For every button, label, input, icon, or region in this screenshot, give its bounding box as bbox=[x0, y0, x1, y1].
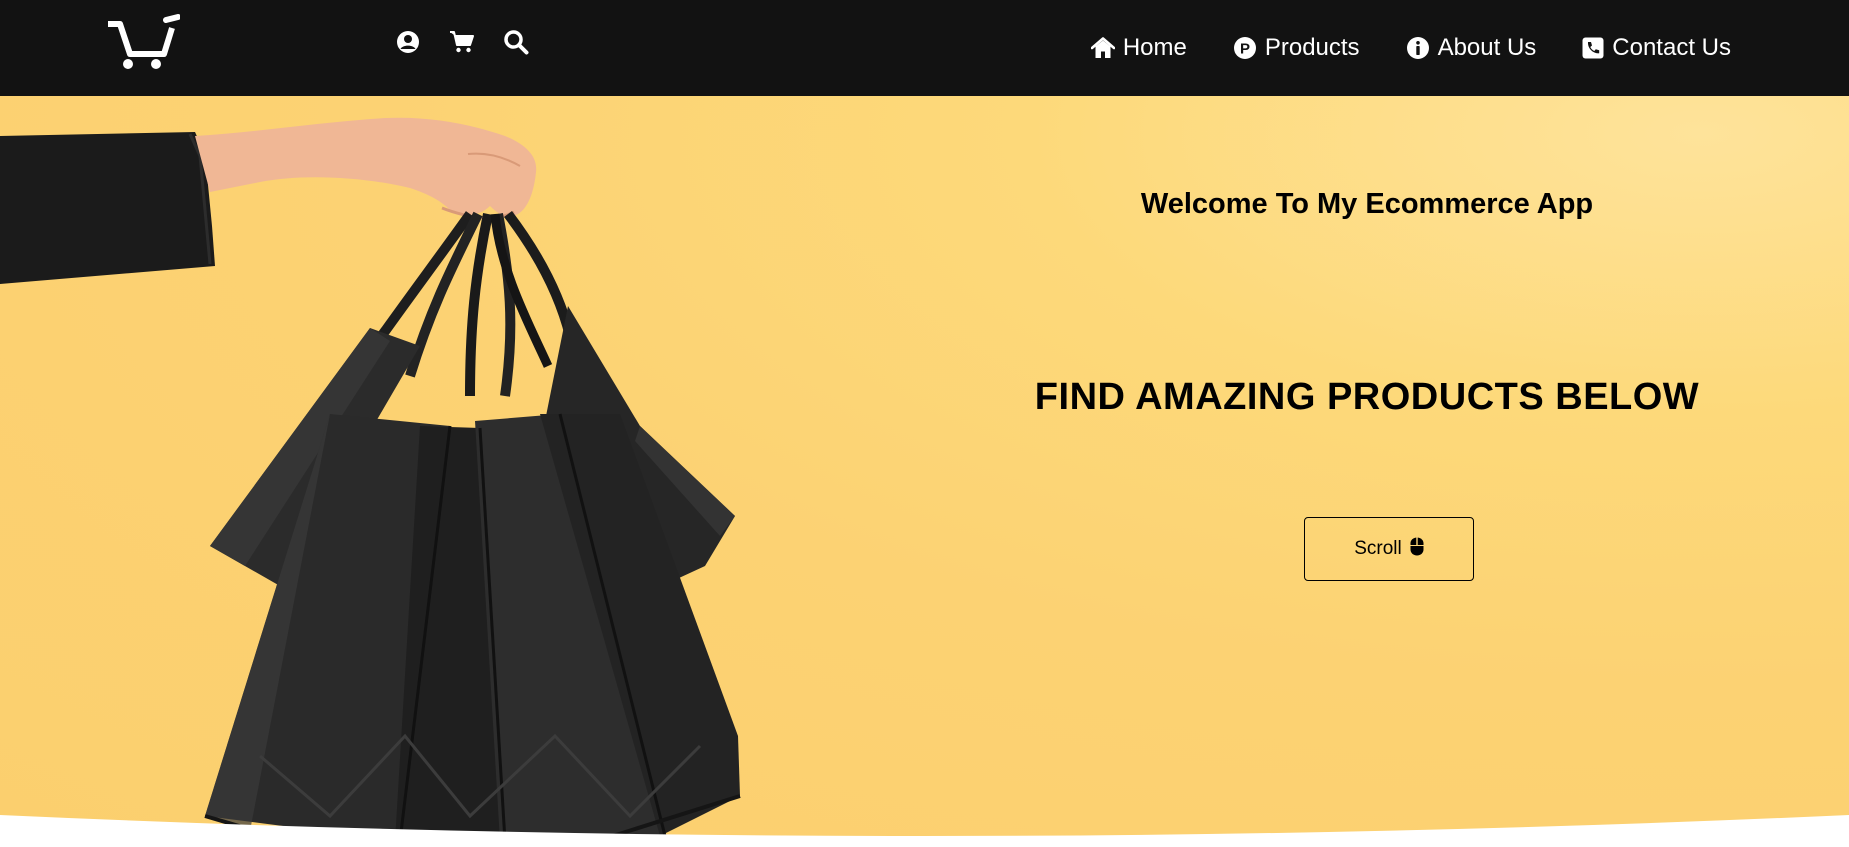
user-icon[interactable] bbox=[394, 28, 422, 56]
shopping-cart-icon[interactable] bbox=[106, 14, 181, 70]
search-icon[interactable] bbox=[502, 28, 530, 56]
nav-link-contact[interactable]: Contact Us bbox=[1582, 28, 1731, 68]
nav-link-label: Home bbox=[1122, 34, 1187, 61]
nav-link-label: Contact Us bbox=[1612, 34, 1731, 61]
scroll-label: Scroll bbox=[1354, 538, 1402, 559]
nav-link-products[interactable]: P Products bbox=[1233, 28, 1360, 68]
hero-bottom-curve bbox=[0, 815, 1849, 847]
phone-icon bbox=[1582, 37, 1604, 59]
svg-text:P: P bbox=[1240, 41, 1250, 58]
nav-link-label: About Us bbox=[1437, 34, 1537, 61]
hero-headline: FIND AMAZING PRODUCTS BELOW bbox=[1034, 376, 1700, 418]
nav-link-about[interactable]: About Us bbox=[1406, 28, 1537, 68]
nav-links: Home P Products About Us Contact Us bbox=[1090, 28, 1731, 68]
scroll-button[interactable]: Scroll bbox=[1304, 517, 1474, 581]
nav-link-label: Products bbox=[1264, 34, 1360, 61]
products-icon: P bbox=[1233, 36, 1257, 60]
info-icon bbox=[1406, 36, 1430, 60]
hero-banner: Welcome To My Ecommerce App FIND AMAZING… bbox=[0, 96, 1849, 847]
navbar: Home P Products About Us Contact Us bbox=[0, 0, 1849, 96]
mouse-icon bbox=[1410, 537, 1424, 562]
shopping-bags-image bbox=[0, 117, 741, 847]
nav-link-home[interactable]: Home bbox=[1090, 28, 1187, 68]
home-icon bbox=[1090, 37, 1115, 59]
cart-icon[interactable] bbox=[448, 28, 476, 56]
welcome-heading: Welcome To My Ecommerce App bbox=[1140, 188, 1594, 220]
